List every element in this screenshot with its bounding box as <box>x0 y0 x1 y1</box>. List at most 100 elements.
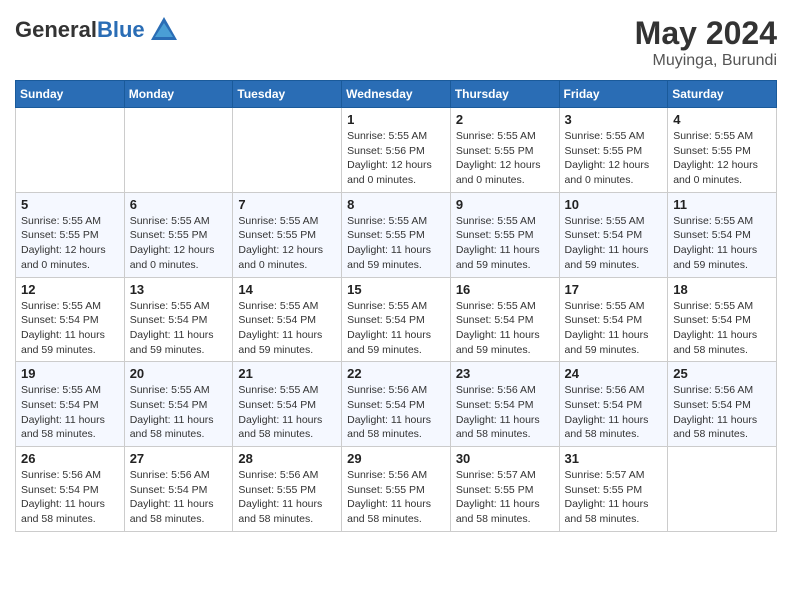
calendar-cell: 15 Sunrise: 5:55 AM Sunset: 5:54 PM Dayli… <box>342 277 451 362</box>
calendar-cell: 1 Sunrise: 5:55 AM Sunset: 5:56 PM Daylig… <box>342 108 451 193</box>
day-info: Sunrise: 5:56 AM Sunset: 5:55 PM Dayligh… <box>238 468 336 527</box>
day-info: Sunrise: 5:55 AM Sunset: 5:54 PM Dayligh… <box>130 299 228 358</box>
day-number: 10 <box>565 197 663 212</box>
calendar-header-row: SundayMondayTuesdayWednesdayThursdayFrid… <box>16 81 777 108</box>
day-info: Sunrise: 5:55 AM Sunset: 5:54 PM Dayligh… <box>673 299 771 358</box>
day-info: Sunrise: 5:55 AM Sunset: 5:55 PM Dayligh… <box>565 129 663 188</box>
day-info: Sunrise: 5:55 AM Sunset: 5:54 PM Dayligh… <box>565 214 663 273</box>
day-number: 27 <box>130 451 228 466</box>
calendar-cell: 31Sunrise: 5:57 AM Sunset: 5:55 PM Dayli… <box>559 447 668 532</box>
day-number: 30 <box>456 451 554 466</box>
day-info: Sunrise: 5:55 AM Sunset: 5:55 PM Dayligh… <box>456 214 554 273</box>
weekday-header: Friday <box>559 81 668 108</box>
day-number: 1 <box>347 112 445 127</box>
day-info: Sunrise: 5:56 AM Sunset: 5:54 PM Dayligh… <box>673 383 771 442</box>
calendar-cell: 25 Sunrise: 5:56 AM Sunset: 5:54 PM Dayli… <box>668 362 777 447</box>
calendar-cell: 17Sunrise: 5:55 AM Sunset: 5:54 PM Dayli… <box>559 277 668 362</box>
location-title: Muyinga, Burundi <box>635 52 777 70</box>
day-info: Sunrise: 5:55 AM Sunset: 5:54 PM Dayligh… <box>130 383 228 442</box>
calendar-cell <box>233 108 342 193</box>
day-info: Sunrise: 5:55 AM Sunset: 5:54 PM Dayligh… <box>456 299 554 358</box>
day-number: 23 <box>456 366 554 381</box>
calendar-week-row: 26 Sunrise: 5:56 AM Sunset: 5:54 PM Dayli… <box>16 447 777 532</box>
calendar-cell <box>16 108 125 193</box>
day-info: Sunrise: 5:55 AM Sunset: 5:55 PM Dayligh… <box>238 214 336 273</box>
day-number: 5 <box>21 197 119 212</box>
calendar-cell: 7 Sunrise: 5:55 AM Sunset: 5:55 PM Daylig… <box>233 192 342 277</box>
calendar-cell: 14Sunrise: 5:55 AM Sunset: 5:54 PM Dayli… <box>233 277 342 362</box>
calendar-cell: 11 Sunrise: 5:55 AM Sunset: 5:54 PM Dayli… <box>668 192 777 277</box>
day-number: 11 <box>673 197 771 212</box>
weekday-header: Monday <box>124 81 233 108</box>
day-number: 6 <box>130 197 228 212</box>
day-info: Sunrise: 5:55 AM Sunset: 5:54 PM Dayligh… <box>673 214 771 273</box>
calendar-cell: 26Sunrise: 5:56 AM Sunset: 5:54 PM Dayli… <box>16 447 125 532</box>
calendar-cell: 19Sunrise: 5:55 AM Sunset: 5:54 PM Dayli… <box>16 362 125 447</box>
calendar-table: SundayMondayTuesdayWednesdayThursdayFrid… <box>15 80 777 532</box>
day-number: 7 <box>238 197 336 212</box>
calendar-week-row: 1 Sunrise: 5:55 AM Sunset: 5:56 PM Daylig… <box>16 108 777 193</box>
day-info: Sunrise: 5:55 AM Sunset: 5:54 PM Dayligh… <box>238 383 336 442</box>
day-info: Sunrise: 5:55 AM Sunset: 5:54 PM Dayligh… <box>21 299 119 358</box>
calendar-cell: 20 Sunrise: 5:55 AM Sunset: 5:54 PM Dayli… <box>124 362 233 447</box>
day-info: Sunrise: 5:55 AM Sunset: 5:56 PM Dayligh… <box>347 129 445 188</box>
calendar-cell: 9 Sunrise: 5:55 AM Sunset: 5:55 PM Daylig… <box>450 192 559 277</box>
day-info: Sunrise: 5:55 AM Sunset: 5:54 PM Dayligh… <box>21 383 119 442</box>
day-number: 2 <box>456 112 554 127</box>
calendar-cell: 29 Sunrise: 5:56 AM Sunset: 5:55 PM Dayli… <box>342 447 451 532</box>
day-info: Sunrise: 5:56 AM Sunset: 5:54 PM Dayligh… <box>130 468 228 527</box>
day-number: 20 <box>130 366 228 381</box>
logo-blue: Blue <box>97 17 145 42</box>
day-number: 3 <box>565 112 663 127</box>
day-number: 15 <box>347 282 445 297</box>
day-number: 26 <box>21 451 119 466</box>
day-info: Sunrise: 5:56 AM Sunset: 5:55 PM Dayligh… <box>347 468 445 527</box>
day-info: Sunrise: 5:55 AM Sunset: 5:55 PM Dayligh… <box>130 214 228 273</box>
weekday-header: Sunday <box>16 81 125 108</box>
day-number: 24 <box>565 366 663 381</box>
day-info: Sunrise: 5:57 AM Sunset: 5:55 PM Dayligh… <box>456 468 554 527</box>
day-info: Sunrise: 5:55 AM Sunset: 5:55 PM Dayligh… <box>21 214 119 273</box>
day-number: 29 <box>347 451 445 466</box>
day-number: 12 <box>21 282 119 297</box>
day-info: Sunrise: 5:55 AM Sunset: 5:55 PM Dayligh… <box>673 129 771 188</box>
weekday-header: Wednesday <box>342 81 451 108</box>
day-info: Sunrise: 5:56 AM Sunset: 5:54 PM Dayligh… <box>456 383 554 442</box>
weekday-header: Thursday <box>450 81 559 108</box>
day-number: 22 <box>347 366 445 381</box>
day-number: 16 <box>456 282 554 297</box>
calendar-cell: 23 Sunrise: 5:56 AM Sunset: 5:54 PM Dayli… <box>450 362 559 447</box>
calendar-cell <box>668 447 777 532</box>
day-number: 9 <box>456 197 554 212</box>
calendar-week-row: 5 Sunrise: 5:55 AM Sunset: 5:55 PM Daylig… <box>16 192 777 277</box>
month-title: May 2024 <box>635 15 777 52</box>
weekday-header: Saturday <box>668 81 777 108</box>
calendar-cell: 10 Sunrise: 5:55 AM Sunset: 5:54 PM Dayli… <box>559 192 668 277</box>
calendar-cell: 5 Sunrise: 5:55 AM Sunset: 5:55 PM Daylig… <box>16 192 125 277</box>
calendar-cell: 8Sunrise: 5:55 AM Sunset: 5:55 PM Daylig… <box>342 192 451 277</box>
day-info: Sunrise: 5:56 AM Sunset: 5:54 PM Dayligh… <box>565 383 663 442</box>
calendar-cell: 6 Sunrise: 5:55 AM Sunset: 5:55 PM Daylig… <box>124 192 233 277</box>
day-number: 18 <box>673 282 771 297</box>
calendar-cell: 3 Sunrise: 5:55 AM Sunset: 5:55 PM Daylig… <box>559 108 668 193</box>
calendar-week-row: 12 Sunrise: 5:55 AM Sunset: 5:54 PM Dayli… <box>16 277 777 362</box>
day-number: 13 <box>130 282 228 297</box>
day-number: 28 <box>238 451 336 466</box>
day-number: 25 <box>673 366 771 381</box>
calendar-cell: 24 Sunrise: 5:56 AM Sunset: 5:54 PM Dayli… <box>559 362 668 447</box>
day-number: 4 <box>673 112 771 127</box>
calendar-cell: 22Sunrise: 5:56 AM Sunset: 5:54 PM Dayli… <box>342 362 451 447</box>
day-info: Sunrise: 5:55 AM Sunset: 5:55 PM Dayligh… <box>347 214 445 273</box>
calendar-cell: 30 Sunrise: 5:57 AM Sunset: 5:55 PM Dayli… <box>450 447 559 532</box>
calendar-cell: 18 Sunrise: 5:55 AM Sunset: 5:54 PM Dayli… <box>668 277 777 362</box>
calendar-cell: 4 Sunrise: 5:55 AM Sunset: 5:55 PM Daylig… <box>668 108 777 193</box>
logo: GeneralBlue <box>15 15 179 45</box>
day-info: Sunrise: 5:55 AM Sunset: 5:54 PM Dayligh… <box>565 299 663 358</box>
calendar-cell: 27 Sunrise: 5:56 AM Sunset: 5:54 PM Dayli… <box>124 447 233 532</box>
weekday-header: Tuesday <box>233 81 342 108</box>
day-number: 21 <box>238 366 336 381</box>
title-block: May 2024 Muyinga, Burundi <box>635 15 777 70</box>
calendar-cell: 28 Sunrise: 5:56 AM Sunset: 5:55 PM Dayli… <box>233 447 342 532</box>
day-info: Sunrise: 5:55 AM Sunset: 5:54 PM Dayligh… <box>347 299 445 358</box>
calendar-cell: 12 Sunrise: 5:55 AM Sunset: 5:54 PM Dayli… <box>16 277 125 362</box>
